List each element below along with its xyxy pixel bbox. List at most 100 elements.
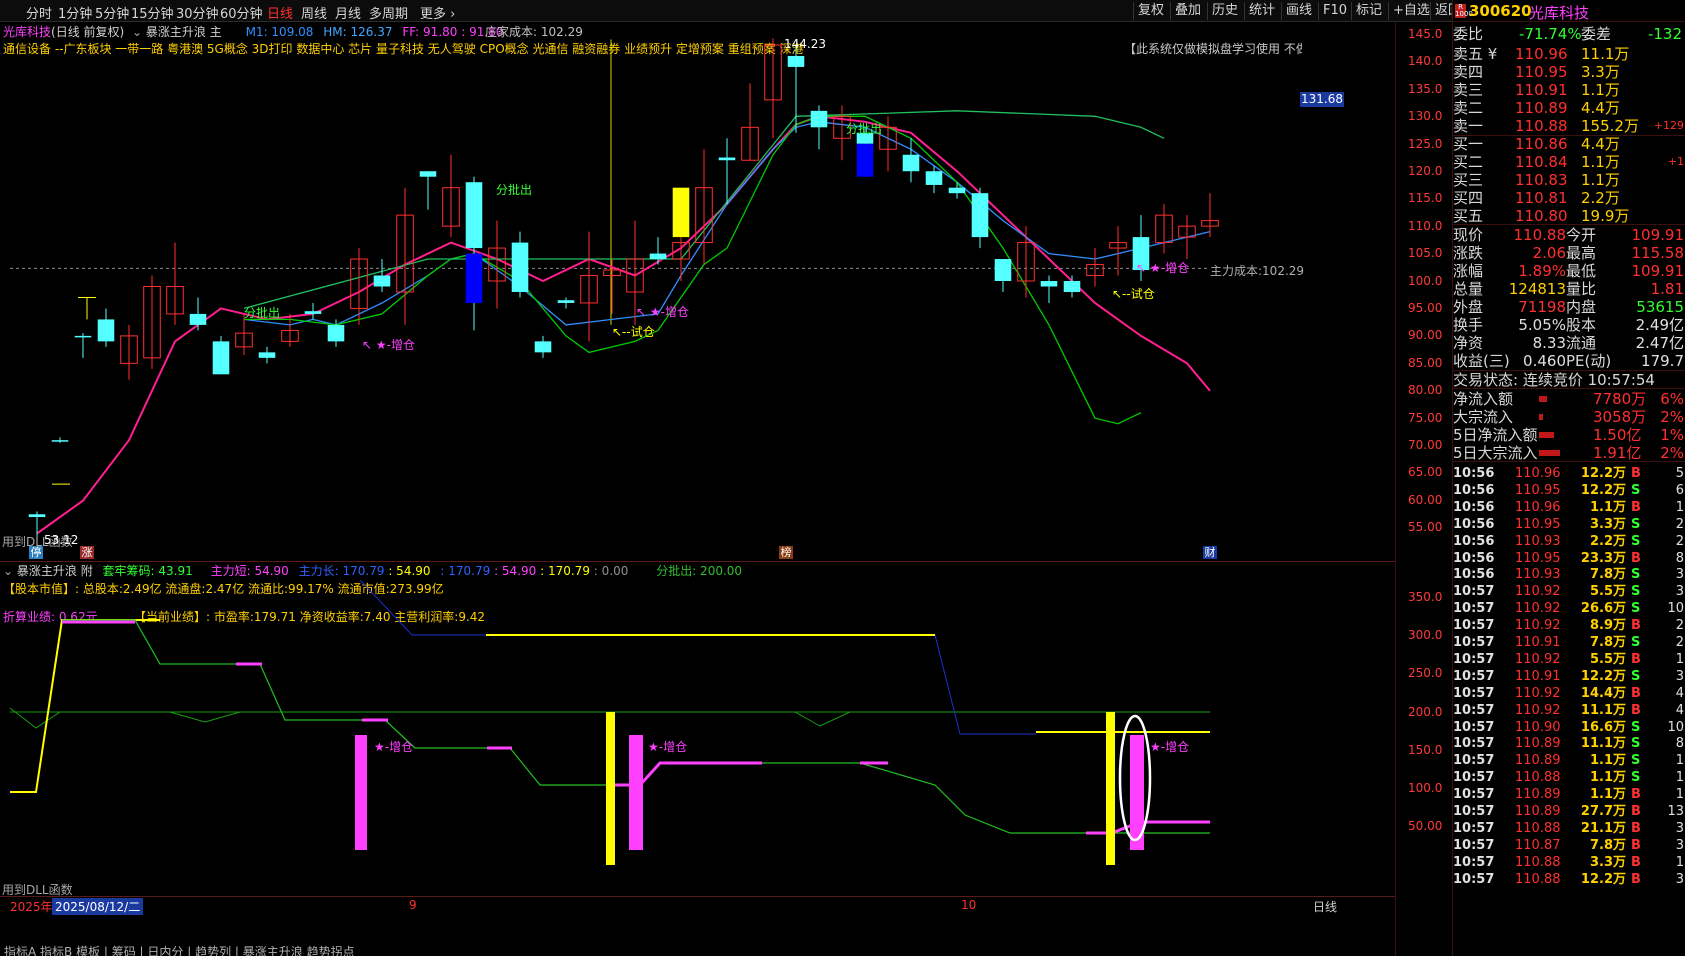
tick-time: 10:57 [1453,702,1495,718]
sub-y-tick-label: 150.0 [1408,742,1443,757]
tab-multi-period[interactable]: 多周期 [369,3,408,22]
tick-row[interactable]: 10:57 110.88 21.1万 B 3 [1453,820,1685,838]
tick-row[interactable]: 10:57 110.89 11.1万 S 8 [1453,735,1685,753]
tick-side: S [1631,668,1641,684]
tick-price: 110.95 [1515,516,1561,532]
tick-volume: 5.5万 [1589,651,1626,667]
bid-row[interactable]: 买五 110.80 19.9万 [1453,207,1685,225]
tab-15min[interactable]: 15分钟 [131,3,174,22]
tick-row[interactable]: 10:57 110.92 11.1万 B 4 [1453,702,1685,720]
tick-row[interactable]: 10:57 110.92 5.5万 B 1 [1453,651,1685,669]
tick-price: 110.95 [1515,482,1561,498]
flow-row[interactable]: 5日大宗流入 1.91亿 2% [1453,444,1685,462]
special-candle-body [856,143,874,177]
mark-button[interactable]: 标记 [1351,2,1386,20]
stat-row[interactable]: 外盘 71198 内盘 53615 [1453,298,1685,316]
add-watchlist-button[interactable]: +自选 [1388,2,1434,20]
tick-row[interactable]: 10:57 110.92 26.6万 S 10 [1453,600,1685,618]
tab-more[interactable]: 更多 › [420,3,455,22]
flow-row[interactable]: 大宗流入 3058万 2% [1453,408,1685,426]
tick-row[interactable]: 10:56 110.93 2.2万 S 2 [1453,533,1685,551]
tick-side: S [1631,753,1641,769]
tick-row[interactable]: 10:56 110.96 1.1万 B 1 [1453,499,1685,517]
stat-row[interactable]: 现价 110.88 今开 109.91 [1453,226,1685,244]
bid-row[interactable]: 买四 110.81 2.2万 [1453,189,1685,207]
chevron-down-icon[interactable]: ⌄ [3,564,13,578]
stats-button[interactable]: 统计 [1244,2,1279,20]
tick-row[interactable]: 10:57 110.92 8.9万 B 2 [1453,617,1685,635]
bid-row[interactable]: 买二 110.84 1.1万 +1 [1453,153,1685,171]
main-candlestick-chart[interactable] [0,22,1395,562]
signal-fen-pi-chu: 分批出 [846,122,883,136]
stat-label: 涨跌 [1453,244,1484,262]
stat-row[interactable]: 换手 5.05% 股本 2.49亿 [1453,316,1685,334]
tick-row[interactable]: 10:56 110.95 12.2万 S 6 [1453,482,1685,500]
indicator-tabs[interactable]: 指标A 指标B 模板 | 筹码 | 日内分 | 趋势列 | 暴涨主升浪 趋势拐点 [4,943,355,956]
tick-price: 110.88 [1515,871,1561,887]
tick-row[interactable]: 10:57 110.89 1.1万 B 1 [1453,786,1685,804]
tab-1min[interactable]: 1分钟 [58,3,92,22]
tick-row[interactable]: 10:57 110.89 27.7万 B 13 [1453,803,1685,821]
sub-indicator-name[interactable]: 暴涨主升浪 附 [17,564,93,578]
tick-row[interactable]: 10:56 110.93 7.8万 S 3 [1453,566,1685,584]
tab-fenshi[interactable]: 分时 [26,3,52,22]
tick-side: B [1631,651,1641,667]
tick-row[interactable]: 10:57 110.87 7.8万 B 3 [1453,837,1685,855]
sub-y-tick-label: 100.0 [1408,781,1443,795]
tick-row[interactable]: 10:57 110.91 12.2万 S 3 [1453,668,1685,686]
tick-row[interactable]: 10:57 110.92 14.4万 B 4 [1453,685,1685,703]
tick-time: 10:56 [1453,482,1495,498]
tick-row[interactable]: 10:57 110.88 1.1万 S 1 [1453,769,1685,787]
bid-row[interactable]: 买一 110.86 4.4万 [1453,135,1685,153]
ask-row[interactable]: 卖五 ¥ 110.96 11.1万 [1453,45,1685,63]
stat-row[interactable]: 净资 8.33 流通 2.47亿 [1453,334,1685,352]
draw-button[interactable]: 画线 [1281,2,1316,20]
candle [810,105,828,150]
tab-30min[interactable]: 30分钟 [176,3,219,22]
ask-row[interactable]: 卖四 110.95 3.3万 [1453,63,1685,81]
high-price-label: 144.23 [784,37,826,51]
candle-body [1040,281,1058,287]
candle-body [994,259,1012,281]
candle [143,275,161,369]
bid-volume: 2.2万 [1581,189,1620,207]
period-toolbar: 分时 1分钟 5分钟 15分钟 30分钟 60分钟 日线 周线 月线 多周期 更… [0,0,1467,22]
tick-volume: 2.2万 [1589,533,1626,549]
ask-row[interactable]: 卖二 110.89 4.4万 [1453,99,1685,117]
fuquan-button[interactable]: 复权 [1133,2,1168,20]
stat-value: 124813 [1508,280,1566,298]
tab-monthly[interactable]: 月线 [335,3,361,22]
zhuli-long-value: 主力长: 170.79 [298,564,385,578]
tick-row[interactable]: 10:57 110.90 16.6万 S 10 [1453,719,1685,737]
tick-row[interactable]: 10:57 110.88 3.3万 B 1 [1453,854,1685,872]
tick-row[interactable]: 10:56 110.96 12.2万 B 5 [1453,465,1685,483]
bid-row[interactable]: 买三 110.83 1.1万 [1453,171,1685,189]
stat-row[interactable]: 总量 124813 量比 1.81 [1453,280,1685,298]
stat-row[interactable]: 涨跌 2.06 最高 115.58 [1453,244,1685,262]
tick-row[interactable]: 10:57 110.92 5.5万 S 3 [1453,583,1685,601]
stock-name: 光库科技 [1529,4,1590,22]
f10-button[interactable]: F10 [1318,2,1351,20]
badge-bang: 榜 [779,546,793,559]
tick-row[interactable]: 10:56 110.95 3.3万 S 2 [1453,516,1685,534]
ask-row[interactable]: 卖三 110.91 1.1万 [1453,81,1685,99]
tick-row[interactable]: 10:57 110.91 7.8万 S 2 [1453,634,1685,652]
stat-row[interactable]: 涨幅 1.89% 最低 109.91 [1453,262,1685,280]
candle-body [28,514,46,518]
tick-price: 110.88 [1515,770,1561,786]
ask-row[interactable]: 卖一 110.88 155.2万 +129 [1453,117,1685,135]
tick-row[interactable]: 10:57 110.89 1.1万 S 1 [1453,752,1685,770]
flow-row[interactable]: 5日净流入额 1.50亿 1% [1453,426,1685,444]
overlay-button[interactable]: 叠加 [1170,2,1205,20]
tab-weekly[interactable]: 周线 [301,3,327,22]
tick-price: 110.92 [1515,702,1561,718]
flow-row[interactable]: 净流入额 7780万 6% [1453,390,1685,408]
tab-60min[interactable]: 60分钟 [220,3,263,22]
history-button[interactable]: 历史 [1207,2,1242,20]
tick-row[interactable]: 10:56 110.95 23.3万 B 8 [1453,550,1685,568]
tab-daily[interactable]: 日线 [267,3,293,22]
tick-row[interactable]: 10:57 110.88 12.2万 B 3 [1453,871,1685,889]
tab-5min[interactable]: 5分钟 [95,3,129,22]
stat-row[interactable]: 收益(三) 0.460 PE(动) 179.7 [1453,352,1685,370]
tick-price: 110.89 [1515,787,1561,803]
